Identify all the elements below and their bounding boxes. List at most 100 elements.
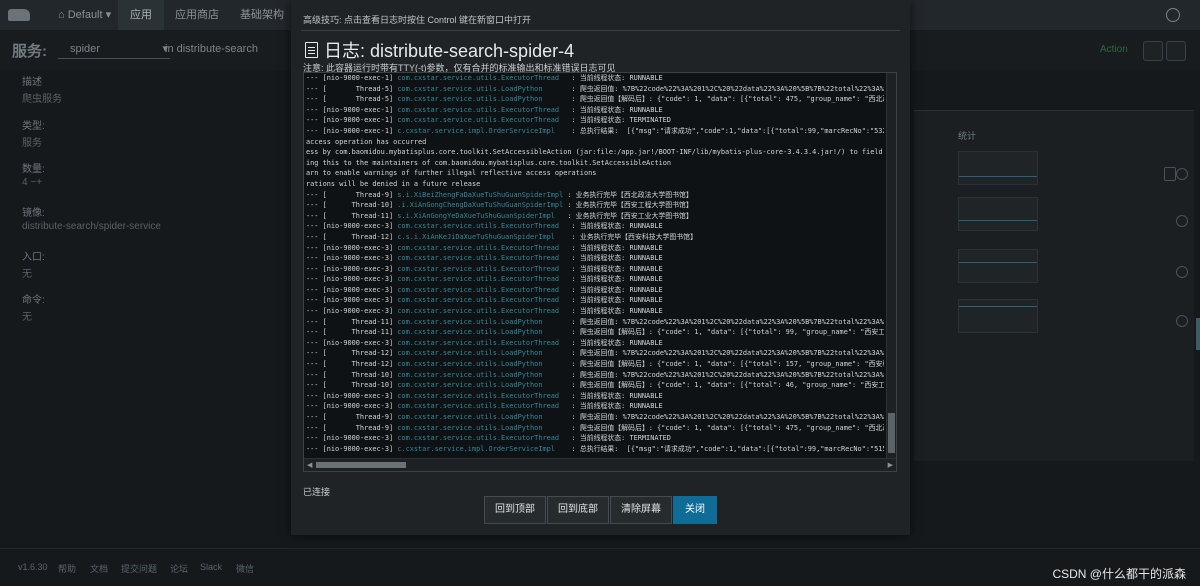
more-icon[interactable]	[1166, 41, 1186, 61]
log-thread: --- [nio-9000-exec-3]	[306, 434, 398, 443]
log-thread: --- [nio-9000-exec-3]	[306, 275, 398, 284]
log-class: com.cxstar.service.utils.ExecutorThread	[397, 243, 568, 252]
refresh-icon[interactable]	[1143, 41, 1163, 61]
log-message: : 当前线程状态: RUNNABLE	[567, 391, 663, 400]
log-thread: --- [nio-9000-exec-3]	[306, 444, 398, 453]
connection-status: 已连接	[303, 487, 331, 497]
log-class: com.cxstar.service.utils.ExecutorThread	[397, 285, 568, 294]
log-thread: --- [nio-9000-exec-1]	[306, 116, 398, 125]
log-thread: ess by com.baomidou.mybatisplus.core.too…	[306, 148, 884, 157]
log-thread: --- [nio-9000-exec-3]	[306, 285, 398, 294]
footer-link-forum[interactable]: 论坛	[170, 562, 188, 575]
scroll-right-icon[interactable]: ▶	[888, 461, 893, 469]
side-feedback-tab[interactable]	[1196, 318, 1200, 350]
log-class: com.cxstar.service.utils.ExecutorThread	[397, 264, 568, 273]
log-line: --- [nio-9000-exec-3] com.cxstar.service…	[306, 306, 884, 317]
log-class: com.cxstar.service.utils.ExecutorThread	[397, 307, 568, 316]
scroll-thumb[interactable]	[316, 462, 406, 468]
log-class: com.cxstar.service.utils.LoadPython	[397, 84, 568, 93]
stack-link[interactable]: in distribute-search	[165, 43, 258, 55]
log-message: : 爬虫返回值【解码后】: {"code": 1, "data": [{"tot…	[567, 360, 884, 369]
env-switcher[interactable]: ⌂ Default ▾	[48, 0, 121, 30]
log-class: c.cxstar.service.impl.OrderServiceImpl	[397, 444, 568, 453]
divider	[301, 30, 900, 31]
log-line: --- [nio-9000-exec-1] com.cxstar.service…	[306, 105, 884, 116]
log-thread: --- [nio-9000-exec-1]	[306, 105, 398, 114]
log-thread: --- [nio-9000-exec-3]	[306, 222, 398, 231]
row-action-icon[interactable]	[1176, 266, 1188, 278]
log-output[interactable]: --- [nio-9000-exec-1] com.cxstar.service…	[303, 72, 897, 472]
log-message: : 当前线程状态: RUNNABLE	[567, 243, 663, 252]
log-class: com.cxstar.service.utils.ExecutorThread	[397, 222, 568, 231]
log-class: com.cxstar.service.utils.ExecutorThread	[397, 338, 568, 347]
footer-link-docs[interactable]: 文档	[90, 562, 108, 575]
file-text-icon	[305, 42, 318, 58]
log-line: --- [nio-9000-exec-3] com.cxstar.service…	[306, 243, 884, 254]
footer: v1.6.30 帮助 文档 提交问题 论坛 Slack 微信	[0, 548, 1200, 586]
count-value: 4 −+	[22, 177, 43, 188]
log-class: .i.XiAnGongChengDaXueTuShuGuanSpiderImpl	[397, 201, 564, 210]
log-line: access operation has occurred	[306, 137, 884, 148]
scroll-bottom-button[interactable]: 回到底部	[547, 496, 609, 524]
footer-link-issue[interactable]: 提交问题	[121, 562, 157, 575]
footer-link-slack[interactable]: Slack	[200, 562, 222, 572]
log-vertical-scrollbar[interactable]	[886, 73, 896, 458]
log-line: ing this to the maintainers of com.baomi…	[306, 158, 884, 169]
scroll-thumb[interactable]	[888, 413, 895, 453]
clear-screen-button[interactable]: 清除屏幕	[610, 496, 672, 524]
log-line: --- [ Thread-10] com.cxstar.service.util…	[306, 380, 884, 391]
close-button[interactable]: 关闭	[673, 496, 717, 524]
user-icon[interactable]	[1166, 8, 1180, 22]
action-label[interactable]: Action	[1100, 44, 1128, 55]
log-thread: --- [nio-9000-exec-3]	[306, 243, 398, 252]
log-thread: access operation has occurred	[306, 137, 427, 146]
type-label: 类型:	[22, 121, 45, 132]
modal-title: 日志: distribute-search-spider-4	[305, 37, 574, 63]
log-class: com.cxstar.service.utils.ExecutorThread	[397, 434, 568, 443]
type-value: 服务	[22, 138, 42, 149]
log-line: --- [nio-9000-exec-3] com.cxstar.service…	[306, 295, 884, 306]
scroll-left-icon[interactable]: ◀	[307, 461, 312, 469]
log-class: com.cxstar.service.utils.ExecutorThread	[397, 74, 568, 82]
footer-link-help[interactable]: 帮助	[58, 562, 76, 575]
row-menu-icon[interactable]	[1164, 167, 1176, 181]
nav-item-catalog[interactable]: 应用商店	[165, 0, 229, 30]
row-action-icon[interactable]	[1176, 215, 1188, 227]
stats-sparkline	[958, 197, 1038, 231]
log-line: --- [nio-9000-exec-3] com.cxstar.service…	[306, 338, 884, 349]
log-line: ess by com.baomidou.mybatisplus.core.too…	[306, 147, 884, 158]
chevron-down-icon: ▾	[102, 9, 112, 21]
cmd-label: 命令:	[22, 295, 45, 306]
log-line: --- [nio-9000-exec-3] com.cxstar.service…	[306, 274, 884, 285]
plus-icon[interactable]: +	[36, 177, 42, 188]
nav-item-apps[interactable]: 应用	[118, 0, 164, 30]
log-message: : 爬虫返回值【解码后】: {"code": 1, "data": [{"tot…	[567, 423, 884, 432]
log-message: : 当前线程状态: RUNNABLE	[567, 105, 663, 114]
nav-item-infra[interactable]: 基础架构	[230, 0, 294, 30]
log-message: : 当前线程状态: RUNNABLE	[567, 74, 663, 82]
scroll-top-button[interactable]: 回到顶部	[484, 496, 546, 524]
row-action-icon[interactable]	[1176, 315, 1188, 327]
log-message: : 当前线程状态: TERMINATED	[567, 116, 671, 125]
row-action-icon[interactable]	[1176, 168, 1188, 180]
footer-link-wechat[interactable]: 微信	[236, 562, 254, 575]
log-message: : 业务执行完毕【西北政法大学图书馆】	[563, 190, 693, 199]
log-thread: --- [ Thread-11]	[306, 317, 398, 326]
log-thread: --- [ Thread-12]	[306, 349, 398, 358]
stats-sparkline	[958, 151, 1038, 185]
watermark: CSDN @什么都干的派森	[1052, 567, 1186, 581]
service-select[interactable]: spider ▾	[58, 40, 170, 59]
log-horizontal-scrollbar[interactable]: ◀ ▶	[304, 458, 896, 471]
log-message: : 爬虫返回值【解码后】: {"code": 1, "data": [{"tot…	[567, 328, 884, 337]
log-thread: --- [ Thread-5]	[306, 95, 398, 104]
cmd-value: 无	[22, 312, 32, 323]
log-line: --- [ Thread-11] com.cxstar.service.util…	[306, 317, 884, 328]
log-thread: rations will be denied in a future relea…	[306, 179, 481, 188]
service-label: 服务:	[12, 43, 47, 60]
log-class: c.cxstar.service.impl.OrderServiceImpl	[397, 126, 568, 135]
log-line: --- [nio-9000-exec-1] c.cxstar.service.i…	[306, 126, 884, 137]
stats-sparkline	[958, 249, 1038, 283]
log-line: --- [ Thread-12] c.s.i.XiAnKeJiDaXueTuSh…	[306, 232, 884, 243]
log-line: --- [ Thread-9] s.i.XiBeiZhengFaDaXueTuS…	[306, 190, 884, 201]
log-class: com.cxstar.service.utils.ExecutorThread	[397, 391, 568, 400]
